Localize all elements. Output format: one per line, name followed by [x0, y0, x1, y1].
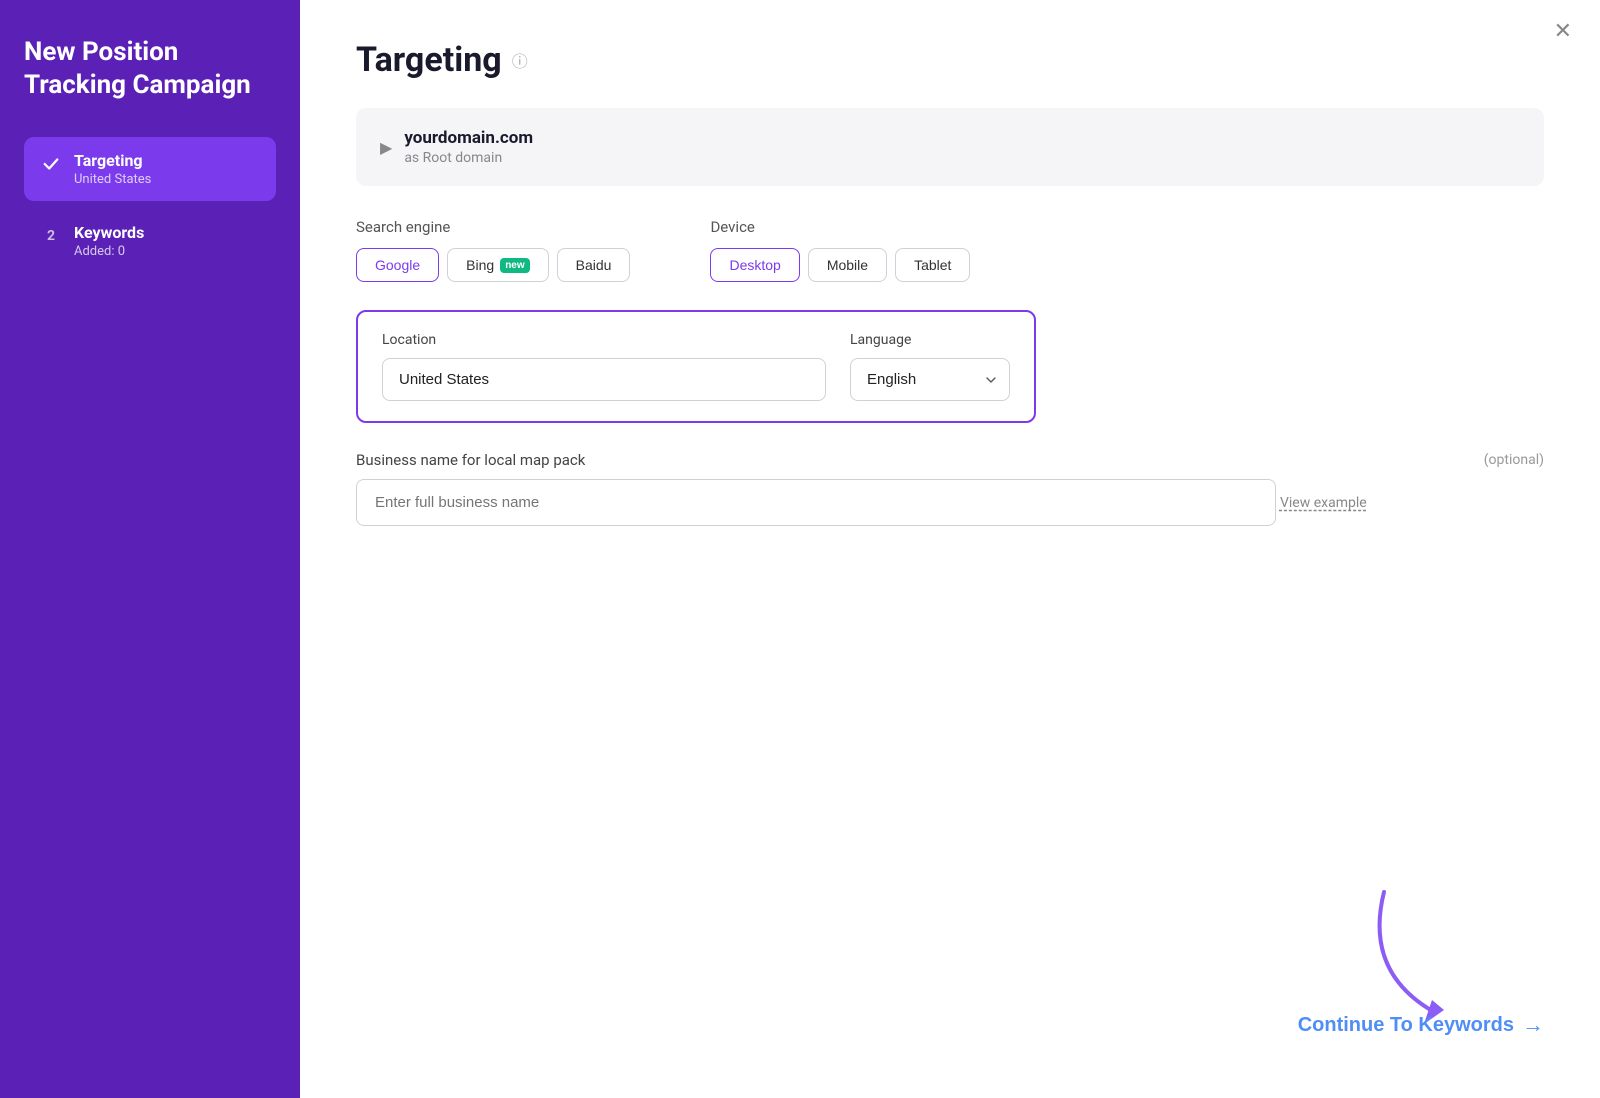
- keywords-label: Keywords: [74, 223, 144, 242]
- language-label: Language: [850, 332, 1010, 348]
- sidebar-item-targeting[interactable]: Targeting United States: [24, 137, 276, 201]
- continue-button[interactable]: Continue To Keywords →: [1298, 1012, 1544, 1038]
- google-button[interactable]: Google: [356, 248, 439, 282]
- keywords-sublabel: Added: 0: [74, 244, 144, 259]
- info-icon[interactable]: ⓘ: [512, 48, 528, 72]
- mobile-button[interactable]: Mobile: [808, 248, 887, 282]
- domain-type: as Root domain: [404, 150, 533, 166]
- bing-button[interactable]: Bing new: [447, 248, 548, 282]
- engine-device-row: Search engine Google Bing new Baidu Devi…: [356, 218, 1544, 282]
- bing-new-badge: new: [500, 258, 529, 273]
- domain-card: ▶ yourdomain.com as Root domain: [356, 108, 1544, 186]
- page-title-row: Targeting ⓘ: [356, 40, 1544, 80]
- targeting-sublabel: United States: [74, 172, 151, 187]
- bing-label: Bing: [466, 257, 494, 273]
- device-section: Device Desktop Mobile Tablet: [710, 218, 970, 282]
- close-button[interactable]: ✕: [1554, 20, 1572, 42]
- targeting-item-content: Targeting United States: [74, 151, 151, 187]
- location-input[interactable]: [382, 358, 826, 401]
- baidu-button[interactable]: Baidu: [557, 248, 631, 282]
- language-group: Language English Spanish French German: [850, 332, 1010, 401]
- domain-info: yourdomain.com as Root domain: [404, 128, 533, 166]
- targeting-label: Targeting: [74, 151, 151, 170]
- keywords-item-content: Keywords Added: 0: [74, 223, 144, 259]
- search-engine-buttons: Google Bing new Baidu: [356, 248, 630, 282]
- curved-arrow-icon: [1324, 872, 1484, 1032]
- search-engine-label: Search engine: [356, 218, 630, 236]
- business-label: Business name for local map pack: [356, 451, 585, 469]
- business-input[interactable]: [356, 479, 1276, 526]
- page-title: Targeting: [356, 40, 502, 80]
- bottom-area: Continue To Keywords →: [1298, 872, 1544, 1038]
- keywords-number: 2: [40, 225, 62, 247]
- business-name-row: Business name for local map pack (option…: [356, 451, 1544, 469]
- sidebar: New Position Tracking Campaign Targeting…: [0, 0, 300, 1098]
- view-example-link[interactable]: View example: [1280, 495, 1367, 511]
- check-icon: [40, 153, 62, 175]
- desktop-button[interactable]: Desktop: [710, 248, 799, 282]
- search-engine-section: Search engine Google Bing new Baidu: [356, 218, 630, 282]
- continue-arrow-icon: →: [1522, 1012, 1544, 1038]
- continue-label: Continue To Keywords: [1298, 1014, 1514, 1037]
- location-group: Location: [382, 332, 826, 401]
- device-label: Device: [710, 218, 970, 236]
- domain-chevron-icon[interactable]: ▶: [380, 138, 392, 157]
- tablet-button[interactable]: Tablet: [895, 248, 970, 282]
- sidebar-item-keywords[interactable]: 2 Keywords Added: 0: [24, 209, 276, 273]
- campaign-title: New Position Tracking Campaign: [24, 36, 276, 101]
- domain-name: yourdomain.com: [404, 128, 533, 148]
- language-select[interactable]: English Spanish French German: [850, 358, 1010, 401]
- location-label: Location: [382, 332, 826, 348]
- device-buttons: Desktop Mobile Tablet: [710, 248, 970, 282]
- main-content: ✕ Targeting ⓘ ▶ yourdomain.com as Root d…: [300, 0, 1600, 1098]
- location-language-wrapper: Location Language English Spanish French…: [356, 310, 1036, 423]
- optional-label: (optional): [1484, 452, 1544, 468]
